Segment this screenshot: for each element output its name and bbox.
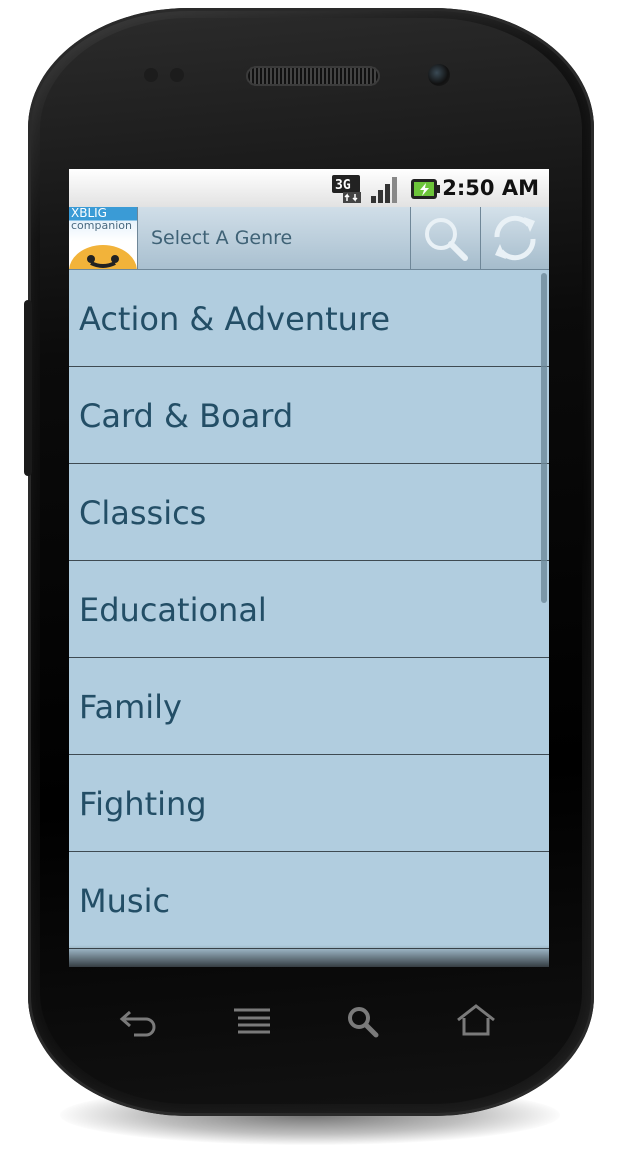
search-icon (425, 218, 468, 261)
genre-label: Card & Board (79, 397, 294, 435)
front-camera (428, 64, 450, 86)
genre-item-educational[interactable]: Educational (69, 561, 549, 658)
search-icon[interactable] (344, 1004, 384, 1038)
page-title: Select A Genre (151, 227, 293, 249)
genre-item-family[interactable]: Family (69, 658, 549, 755)
genre-label: Classics (79, 494, 207, 532)
light-sensor (170, 68, 184, 82)
app-logo[interactable]: XBLIG companion (69, 207, 138, 269)
volume-button[interactable] (24, 300, 32, 476)
refresh-icon (494, 215, 536, 261)
mascot-icon (69, 245, 137, 269)
svg-text:3G: 3G (335, 178, 351, 193)
genre-item-music[interactable]: Music (69, 852, 549, 949)
genre-label: Fighting (79, 785, 207, 823)
menu-icon[interactable] (232, 1004, 272, 1038)
screen-edge-fade (69, 945, 549, 967)
genre-item-classics[interactable]: Classics (69, 464, 549, 561)
back-icon[interactable] (118, 1004, 158, 1038)
genre-item-action-adventure[interactable]: Action & Adventure (69, 270, 549, 367)
clock: 2:50 AM (442, 176, 539, 200)
signal-strength-icon (371, 177, 397, 203)
screen: 3G 2:50 AM XBLIG companion Select A Genr… (69, 169, 549, 967)
app-title-bar: XBLIG companion Select A Genre (69, 207, 549, 270)
search-button[interactable] (410, 207, 480, 269)
genre-label: Family (79, 688, 182, 726)
battery-charging-icon (411, 179, 440, 199)
proximity-sensor (144, 68, 158, 82)
home-icon[interactable] (456, 1004, 496, 1038)
list-scrollbar[interactable] (541, 273, 547, 603)
3g-data-icon: 3G (332, 175, 361, 203)
genre-label: Action & Adventure (79, 300, 391, 338)
genre-label: Music (79, 882, 171, 920)
earpiece-speaker (246, 66, 380, 86)
genre-list: Action & Adventure Card & Board Classics… (69, 270, 549, 949)
genre-label: Educational (79, 591, 267, 629)
refresh-button[interactable] (480, 207, 549, 269)
status-bar: 3G 2:50 AM (69, 169, 549, 208)
logo-subtext: companion (71, 219, 132, 232)
genre-item-card-board[interactable]: Card & Board (69, 367, 549, 464)
genre-item-fighting[interactable]: Fighting (69, 755, 549, 852)
